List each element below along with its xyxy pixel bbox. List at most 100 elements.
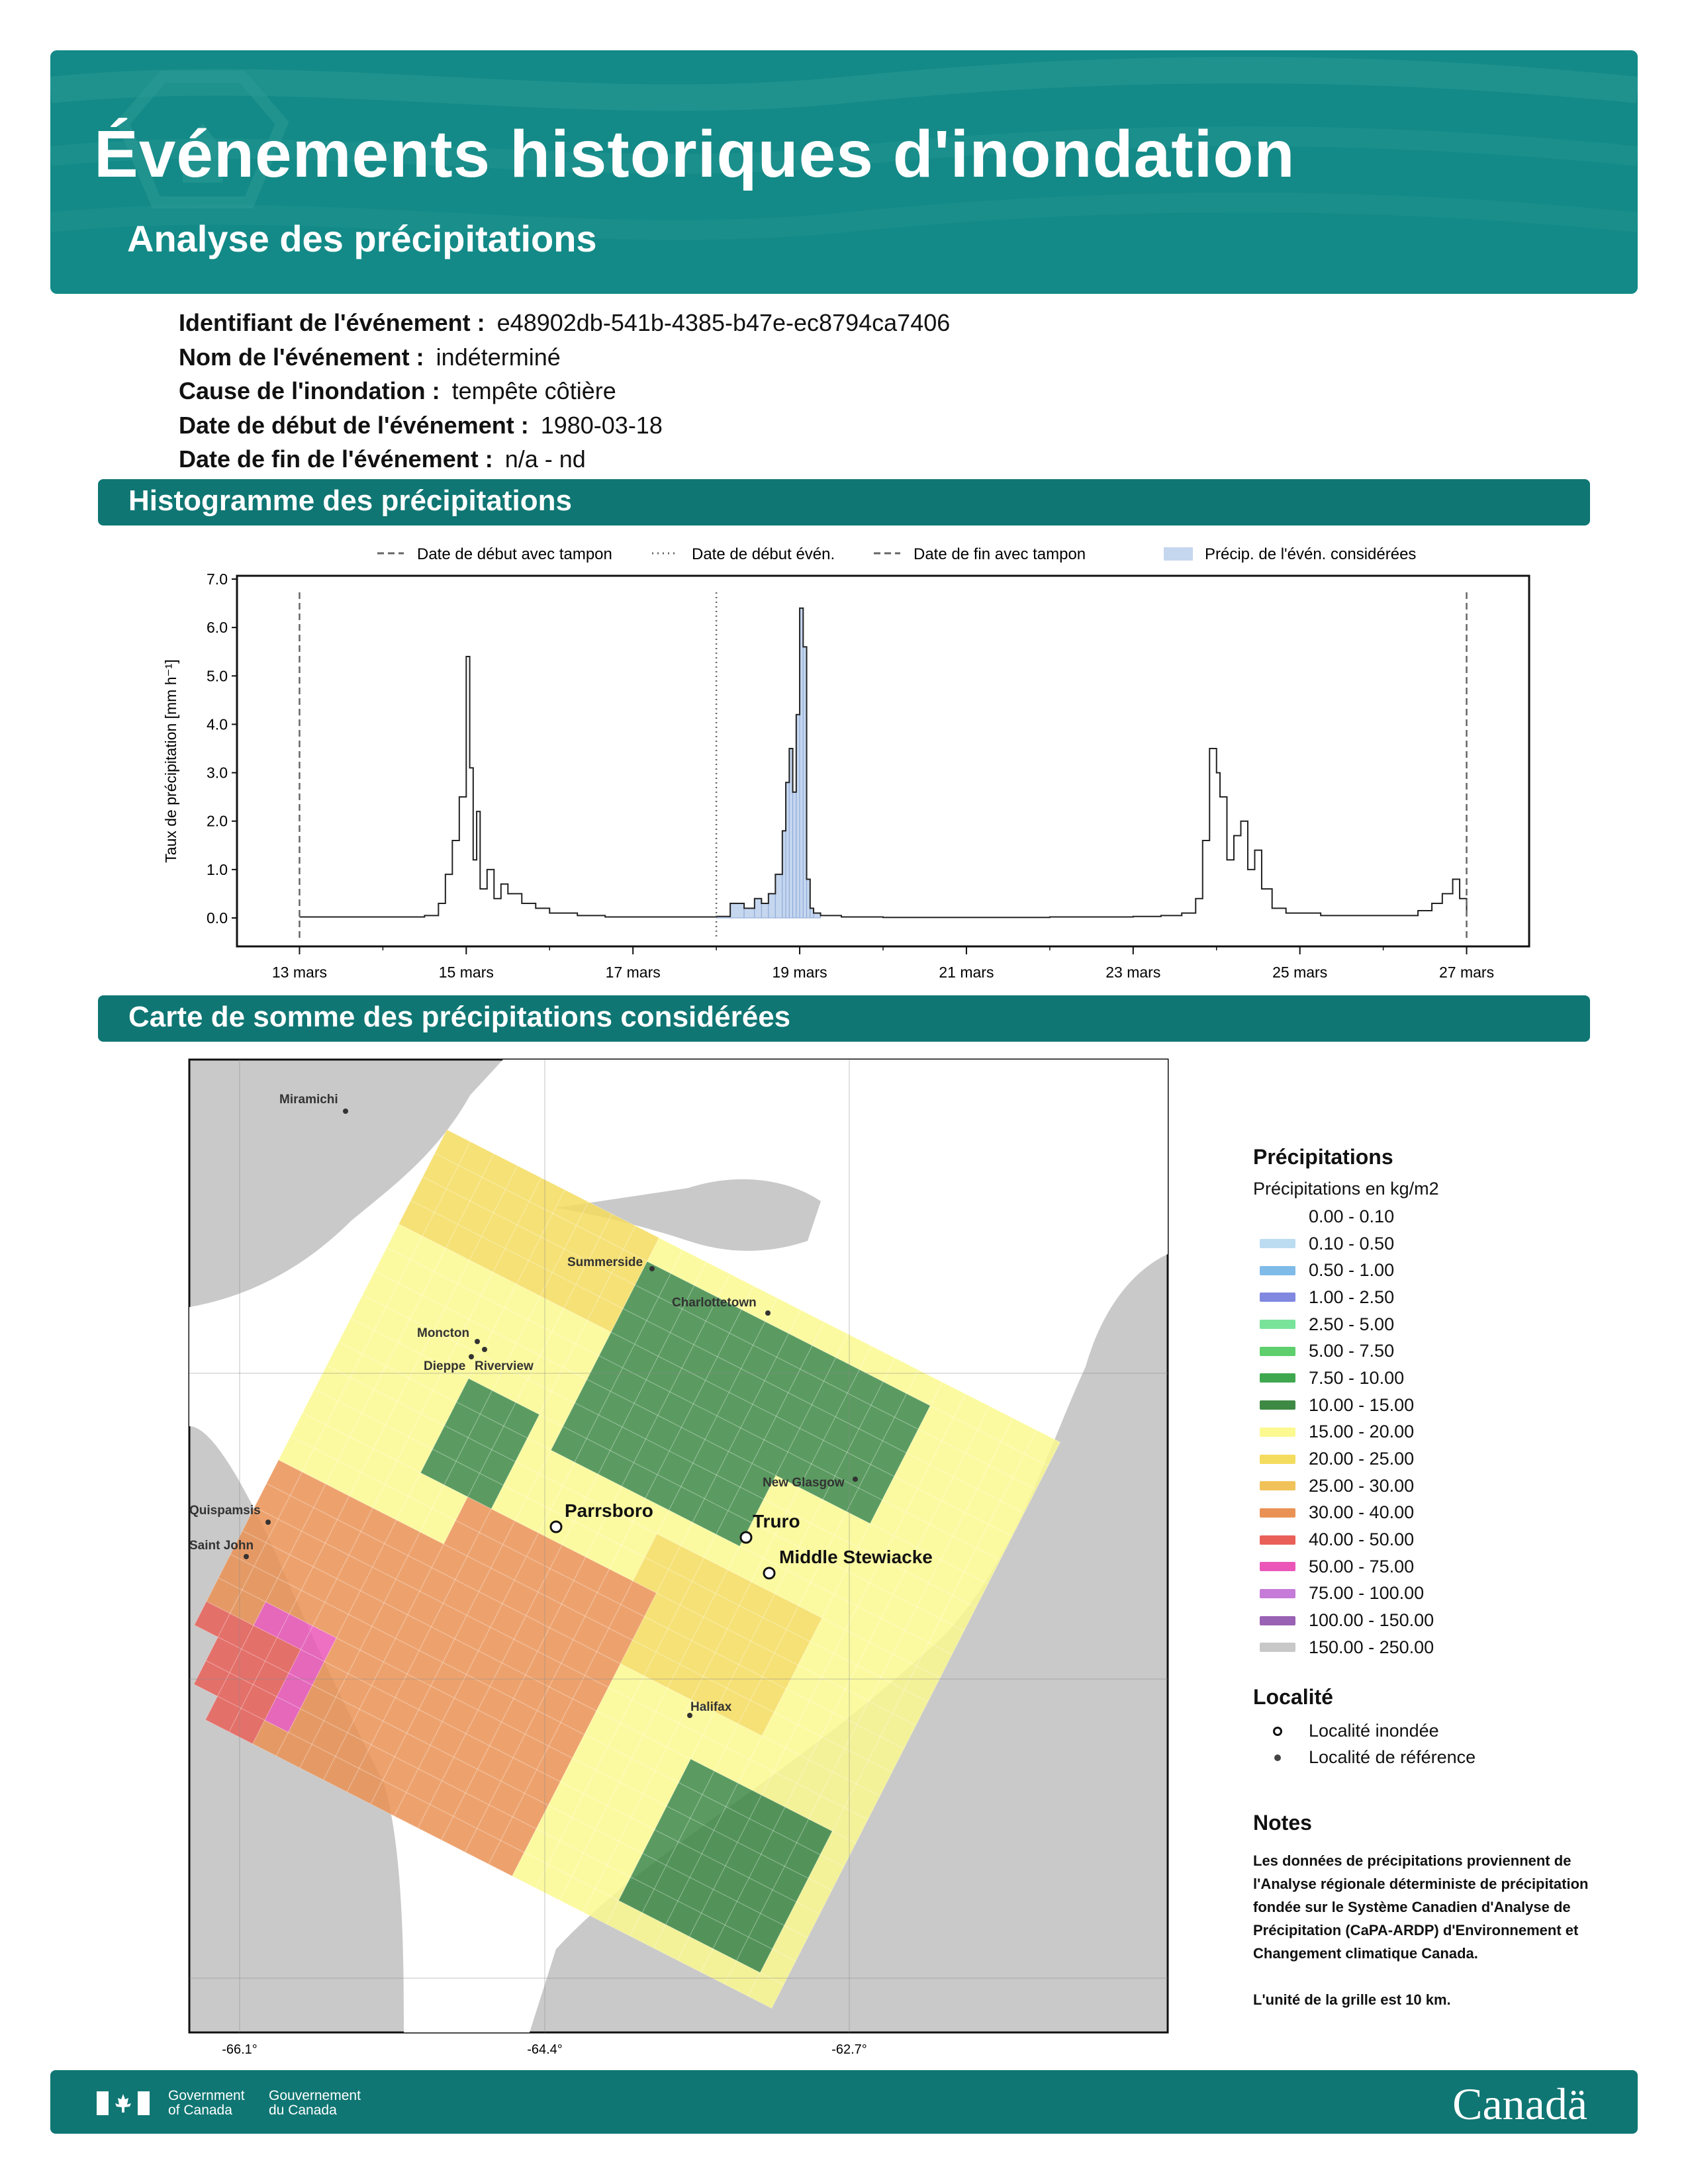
legend-item: 15.00 - 20.00 <box>1253 1419 1624 1446</box>
legend-swatch <box>1260 1400 1295 1410</box>
y-tick-label: 2.0 <box>207 813 228 830</box>
reference-locality-marker <box>265 1520 271 1525</box>
footer: Government of Canada Gouvernement du Can… <box>50 2070 1638 2134</box>
x-tick-label: 15 mars <box>439 964 494 981</box>
map-legend: Précipitations Précipitations en kg/m2 0… <box>1253 1145 1624 2011</box>
legend-item: 10.00 - 15.00 <box>1253 1392 1624 1419</box>
considered-bar <box>768 893 776 919</box>
legend-swatch <box>1260 1562 1295 1572</box>
legend-label: 10.00 - 15.00 <box>1309 1394 1415 1415</box>
legend-item: 40.00 - 50.00 <box>1253 1526 1624 1553</box>
notes-text: Les données de précipitations proviennen… <box>1253 1849 1611 2011</box>
considered-bar <box>813 913 821 919</box>
end-date-value: n/a - nd <box>504 445 586 473</box>
start-date-row: Date de début de l'événement : 1980-03-1… <box>179 408 950 443</box>
reference-locality-label: New Glasgow <box>763 1476 845 1490</box>
gov-en-line2: of Canada <box>168 2103 232 2118</box>
considered-bar <box>792 792 797 919</box>
legend-item: 25.00 - 30.00 <box>1253 1473 1624 1500</box>
flooded-locality-marker <box>763 1567 776 1580</box>
notes-source: Les données de précipitations proviennen… <box>1253 1852 1589 1962</box>
page-title: Événements historiques d'inondation <box>94 117 1295 191</box>
legend-swatch <box>1260 1239 1295 1249</box>
start-date-label: Date de début de l'événement : <box>179 411 529 439</box>
notes-grid: L'unité de la grille est 10 km. <box>1253 1991 1451 2008</box>
reference-locality-marker <box>244 1554 249 1559</box>
legend-label: 5.00 - 7.50 <box>1309 1341 1395 1361</box>
y-tick-label: 3.0 <box>207 764 228 782</box>
considered-bar <box>729 903 745 919</box>
reference-locality-label: Riverview <box>475 1359 534 1373</box>
considered-bar <box>754 898 762 919</box>
x-tick-label: 13 mars <box>272 964 327 981</box>
legend-label: 7.50 - 10.00 <box>1309 1367 1405 1388</box>
event-name-value: indéterminé <box>436 343 561 371</box>
precipitation-histogram: Date de début avec tampon Date de début … <box>162 545 1530 981</box>
legend-items: 0.00 - 0.10 0.10 - 0.50 0.50 - 1.00 1.00 - … <box>1253 1203 1624 1661</box>
reference-marker-icon <box>1274 1754 1281 1761</box>
longitude-label: -62.7° <box>831 2042 867 2055</box>
y-axis-label: Taux de précipitation [mm h⁻¹] <box>162 659 179 862</box>
legend-label: 0.10 - 0.50 <box>1309 1233 1395 1253</box>
legend-item: 1.00 - 2.50 <box>1253 1284 1624 1311</box>
histogram-plot: 0.0 1.0 2.0 3.0 4.0 5.0 6.0 7.0 13 mars 15 mars 17… <box>207 570 1530 981</box>
legend-label: 50.00 - 75.00 <box>1309 1556 1415 1576</box>
legend-label: 100.00 - 150.00 <box>1309 1610 1434 1631</box>
map-section-header: Carte de somme des précipitations consid… <box>98 995 1590 1042</box>
legend-event-start: Date de début évén. <box>692 545 835 563</box>
legend-swatch <box>1260 1454 1295 1464</box>
canada-wordmark: Canadä <box>1452 2079 1587 2129</box>
y-tick-label: 6.0 <box>207 619 228 636</box>
legend-label: 2.50 - 5.00 <box>1309 1314 1395 1334</box>
longitude-label: -64.4° <box>527 2042 563 2055</box>
histogram-section-title: Histogramme des précipitations <box>128 484 572 517</box>
x-tick-label: 19 mars <box>773 964 827 981</box>
gov-fr-line1: Gouvernement <box>269 2088 361 2103</box>
histogram-legend: Date de début avec tampon Date de début … <box>377 545 1416 563</box>
legend-swatch <box>1260 1212 1295 1222</box>
reference-locality-marker <box>765 1310 771 1316</box>
reference-locality-label: Charlottetown <box>672 1296 757 1310</box>
flooded-locality-marker <box>739 1531 753 1544</box>
y-tick-label: 0.0 <box>207 909 228 927</box>
legend-item: 5.00 - 7.50 <box>1253 1338 1624 1365</box>
legend-swatch <box>1260 1320 1295 1330</box>
event-name-row: Nom de l'événement : indéterminé <box>179 340 950 375</box>
x-tick-label: 23 mars <box>1105 964 1160 981</box>
legend-item: 0.50 - 1.00 <box>1253 1257 1624 1284</box>
legend-swatch <box>1260 1643 1295 1653</box>
legend-label: 25.00 - 30.00 <box>1309 1475 1415 1496</box>
reference-locality-marker <box>475 1339 480 1344</box>
legend-swatch <box>1260 1265 1295 1275</box>
y-tick-label: 4.0 <box>207 715 228 733</box>
legend-swatch <box>1260 1508 1295 1518</box>
reference-label: Localité de référence <box>1309 1747 1476 1768</box>
x-tick-label: 21 mars <box>939 964 994 981</box>
considered-bar <box>743 907 755 919</box>
x-tick-label: 27 mars <box>1439 964 1494 981</box>
flooded-locality-label: Middle Stewiacke <box>779 1547 933 1567</box>
event-id-value: e48902db-541b-4385-b47e-ec8794ca7406 <box>496 309 951 336</box>
legend-swatch <box>1260 1535 1295 1545</box>
end-date-label: Date de fin de l'événement : <box>179 445 493 473</box>
legend-swatch <box>1260 1615 1295 1625</box>
reference-locality-label: Dieppe <box>424 1359 465 1373</box>
end-date-row: Date de fin de l'événement : n/a - nd <box>179 442 950 477</box>
reference-locality-label: Halifax <box>690 1700 732 1714</box>
legend-swatch <box>1260 1588 1295 1598</box>
legend-item: 150.00 - 250.00 <box>1253 1634 1624 1661</box>
canada-flag-icon <box>97 2091 150 2115</box>
legend-label: 40.00 - 50.00 <box>1309 1529 1415 1550</box>
reference-locality-marker <box>649 1266 655 1271</box>
flooded-marker-icon <box>1273 1726 1282 1736</box>
legend-item: 100.00 - 150.00 <box>1253 1607 1624 1634</box>
legend-buffer-end: Date de fin avec tampon <box>914 545 1086 563</box>
legend-label: 1.00 - 2.50 <box>1309 1287 1395 1307</box>
legend-considered: Précip. de l'évén. considérées <box>1205 545 1416 563</box>
flooded-locality-label: Parrsboro <box>565 1500 653 1521</box>
flooded-locality-label: Truro <box>753 1511 800 1531</box>
gov-en-line1: Government <box>168 2088 245 2103</box>
gov-fr-line2: du Canada <box>269 2103 337 2118</box>
flood-cause-value: tempête côtière <box>451 377 616 404</box>
legend-swatch <box>1260 1481 1295 1491</box>
